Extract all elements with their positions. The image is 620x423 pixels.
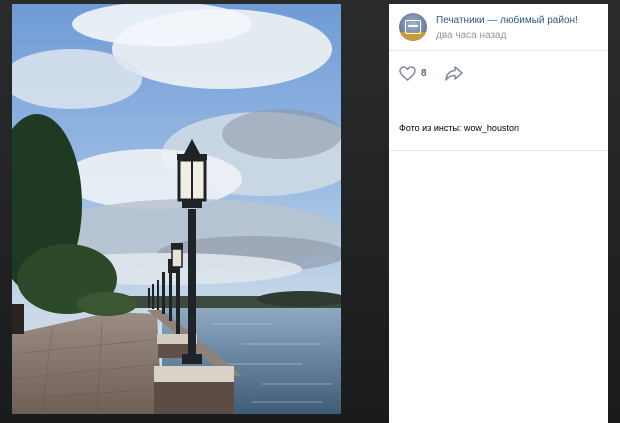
share-button[interactable] bbox=[444, 63, 464, 83]
post-text-area: Фото из инсты: wow_houston bbox=[389, 95, 608, 151]
post-photo[interactable] bbox=[12, 4, 341, 414]
like-button[interactable]: 8 bbox=[399, 63, 427, 83]
embankment-photo bbox=[12, 4, 341, 414]
post-caption: Фото из инсты: wow_houston bbox=[399, 123, 519, 133]
post-time-link[interactable]: два часа назад bbox=[436, 30, 506, 41]
heart-icon bbox=[399, 65, 416, 81]
post-actions: 8 bbox=[389, 51, 608, 95]
post-side-panel: Печатники — любимый район! два часа наза… bbox=[389, 4, 608, 423]
post-header: Печатники — любимый район! два часа наза… bbox=[389, 4, 608, 51]
comments-area bbox=[389, 151, 608, 411]
share-arrow-icon bbox=[444, 63, 464, 83]
avatar-emblem bbox=[405, 20, 421, 34]
group-name-link[interactable]: Печатники — любимый район! bbox=[436, 15, 578, 26]
group-avatar[interactable] bbox=[399, 13, 427, 41]
like-count: 8 bbox=[421, 67, 427, 79]
avatar-emblem-bar bbox=[408, 25, 418, 27]
